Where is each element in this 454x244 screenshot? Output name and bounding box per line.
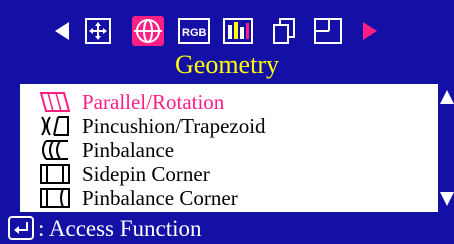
list-item-pinbalance-corner[interactable]: Pinbalance Corner — [38, 186, 238, 210]
menu-icon-bar: RGB — [0, 0, 454, 52]
item-label: Parallel/Rotation — [82, 89, 225, 114]
list-item-parallel-rotation[interactable]: Parallel/Rotation — [38, 90, 224, 114]
overlapping-windows-icon[interactable] — [266, 14, 302, 48]
item-label: Sidepin Corner — [82, 161, 210, 186]
geometry-icon[interactable] — [130, 14, 166, 48]
footer-hint: : Access Function — [0, 214, 454, 244]
color-bars-icon[interactable] — [220, 14, 256, 48]
list-item-pincushion-trapezoid[interactable]: Pincushion/Trapezoid — [38, 114, 266, 138]
sidepin-corner-icon — [40, 164, 70, 184]
parallel-rotation-icon — [39, 92, 71, 112]
pincushion-trapezoid-icon — [41, 116, 69, 136]
item-label: Pinbalance Corner — [82, 185, 238, 210]
window-layout-icon[interactable] — [310, 14, 346, 48]
geometry-item-list: Parallel/Rotation Pincushion/Trapezoid P… — [20, 84, 454, 212]
right-arrow-icon[interactable] — [352, 14, 388, 48]
footer-text: : Access Function — [38, 216, 202, 241]
list-item-sidepin-corner[interactable]: Sidepin Corner — [38, 162, 210, 186]
pinbalance-corner-icon — [40, 188, 70, 208]
pinbalance-icon — [42, 140, 68, 160]
scroll-down-icon[interactable] — [438, 190, 454, 208]
left-arrow-icon[interactable] — [44, 14, 80, 48]
rgb-icon-text: RGB — [182, 27, 207, 39]
position-icon[interactable] — [80, 14, 116, 48]
osd-menu: RGB Geometry Parallel/Rotation Pincushio… — [0, 0, 454, 244]
rgb-icon[interactable]: RGB — [176, 14, 212, 48]
menu-title: Geometry — [175, 50, 279, 79]
item-label: Pincushion/Trapezoid — [82, 113, 266, 138]
list-item-pinbalance[interactable]: Pinbalance — [38, 138, 174, 162]
item-label: Pinbalance — [82, 137, 175, 162]
scroll-up-icon[interactable] — [438, 88, 454, 106]
enter-key-icon — [8, 216, 34, 240]
